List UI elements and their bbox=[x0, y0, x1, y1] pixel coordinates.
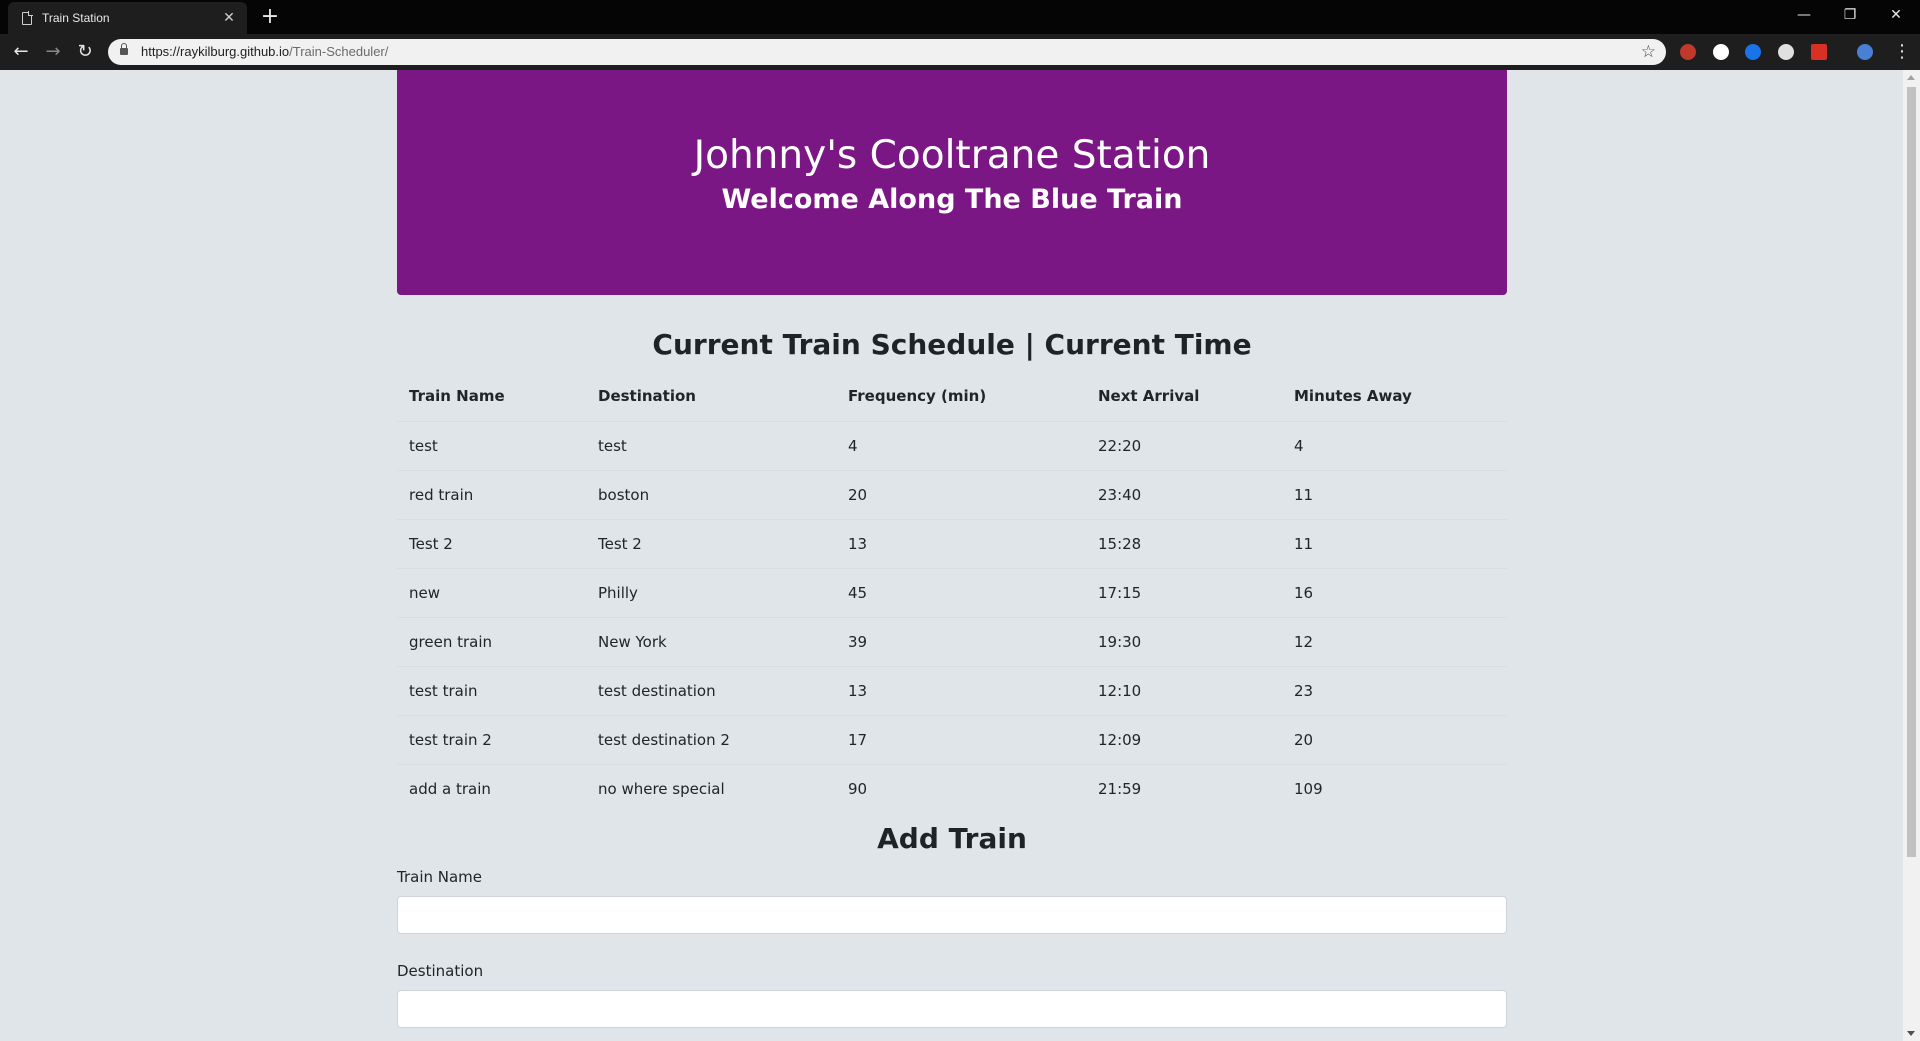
table-cell: 13 bbox=[836, 518, 1086, 568]
page-icon bbox=[22, 10, 33, 25]
table-cell: 45 bbox=[836, 567, 1086, 617]
table-cell: 13 bbox=[836, 665, 1086, 715]
react-extension-icon[interactable] bbox=[1778, 44, 1794, 60]
table-row: green train New York 39 19:30 12 bbox=[397, 616, 1507, 666]
table-row: red train boston 20 23:40 11 bbox=[397, 469, 1507, 519]
table-cell: 19:30 bbox=[1086, 616, 1282, 666]
profile-avatar-icon[interactable] bbox=[1857, 44, 1873, 60]
table-row: test train test destination 13 12:10 23 bbox=[397, 665, 1507, 715]
page-title: Johnny's Cooltrane Station bbox=[693, 133, 1211, 178]
back-button[interactable]: ← bbox=[9, 40, 33, 64]
page-viewport: Johnny's Cooltrane Station Welcome Along… bbox=[0, 70, 1920, 1041]
table-cell: 23 bbox=[1282, 665, 1507, 715]
add-train-heading: Add Train bbox=[877, 822, 1027, 855]
minimize-button[interactable]: — bbox=[1781, 0, 1827, 30]
table-cell: 39 bbox=[836, 616, 1086, 666]
table-cell: 11 bbox=[1282, 469, 1507, 519]
reload-button[interactable]: ↻ bbox=[73, 40, 97, 64]
train-name-input[interactable] bbox=[397, 896, 1507, 934]
bookmark-star-icon[interactable]: ☆ bbox=[1641, 42, 1656, 62]
css-extension-icon[interactable] bbox=[1811, 44, 1827, 60]
table-cell: test bbox=[397, 420, 586, 470]
table-cell: Test 2 bbox=[586, 518, 836, 568]
table-row: new Philly 45 17:15 16 bbox=[397, 567, 1507, 617]
table-cell: 23:40 bbox=[1086, 469, 1282, 519]
table-cell: no where special bbox=[586, 763, 836, 813]
column-header: Destination bbox=[586, 371, 836, 422]
column-header: Train Name bbox=[397, 371, 586, 422]
table-cell: 12:09 bbox=[1086, 714, 1282, 764]
table-cell: new bbox=[397, 567, 586, 617]
table-cell: 4 bbox=[1282, 420, 1507, 470]
table-row: Test 2 Test 2 13 15:28 11 bbox=[397, 518, 1507, 568]
table-cell: 90 bbox=[836, 763, 1086, 813]
table-cell: 12 bbox=[1282, 616, 1507, 666]
lock-icon bbox=[120, 43, 128, 55]
table-cell: add a train bbox=[397, 763, 586, 813]
column-header: Minutes Away bbox=[1282, 371, 1507, 422]
url-text[interactable]: https://raykilburg.github.io/Train-Sched… bbox=[141, 39, 388, 65]
restore-button[interactable]: ❐ bbox=[1827, 0, 1873, 30]
table-cell: test destination bbox=[586, 665, 836, 715]
browser-menu-icon[interactable]: ⋮ bbox=[1893, 42, 1911, 62]
table-row: test test 4 22:20 4 bbox=[397, 420, 1507, 470]
table-cell: 12:10 bbox=[1086, 665, 1282, 715]
table-cell: Philly bbox=[586, 567, 836, 617]
table-cell: test train bbox=[397, 665, 586, 715]
destination-input[interactable] bbox=[397, 990, 1507, 1028]
scroll-up-icon[interactable] bbox=[1907, 75, 1915, 80]
browser-tab[interactable]: Train Station ✕ bbox=[8, 2, 247, 34]
tab-strip: Train Station ✕ + — ❐ ✕ bbox=[0, 0, 1920, 34]
train-name-group: Train Name bbox=[397, 867, 1507, 934]
table-header-row: Train Name Destination Frequency (min) Next… bbox=[397, 371, 1507, 422]
table-cell: test train 2 bbox=[397, 714, 586, 764]
scrollbar-thumb[interactable] bbox=[1907, 87, 1916, 857]
table-cell: 21:59 bbox=[1086, 763, 1282, 813]
table-row: test train 2 test destination 2 17 12:09 20 bbox=[397, 714, 1507, 764]
table-cell: 17 bbox=[836, 714, 1086, 764]
table-row: add a train no where special 90 21:59 109 bbox=[397, 763, 1507, 813]
destination-label: Destination bbox=[397, 962, 484, 980]
table-cell: test destination 2 bbox=[586, 714, 836, 764]
table-cell: boston bbox=[586, 469, 836, 519]
table-cell: 17:15 bbox=[1086, 567, 1282, 617]
table-cell: 20 bbox=[836, 469, 1086, 519]
schedule-heading: Current Train Schedule | Current Time bbox=[652, 328, 1252, 361]
table-cell: Test 2 bbox=[397, 518, 586, 568]
table-cell: 22:20 bbox=[1086, 420, 1282, 470]
destination-group: Destination bbox=[397, 961, 1507, 1028]
page-subtitle: Welcome Along The Blue Train bbox=[721, 184, 1183, 215]
table-cell: test bbox=[586, 420, 836, 470]
table-cell: 11 bbox=[1282, 518, 1507, 568]
tab-title: Train Station bbox=[42, 11, 110, 25]
table-cell: 16 bbox=[1282, 567, 1507, 617]
table-cell: 109 bbox=[1282, 763, 1507, 813]
table-cell: 4 bbox=[836, 420, 1086, 470]
column-header: Next Arrival bbox=[1086, 371, 1282, 422]
main-container: Johnny's Cooltrane Station Welcome Along… bbox=[397, 70, 1507, 1028]
ublock-extension-icon[interactable] bbox=[1680, 44, 1696, 60]
table-cell: red train bbox=[397, 469, 586, 519]
pen-extension-icon[interactable] bbox=[1745, 44, 1761, 60]
column-header: Frequency (min) bbox=[836, 371, 1086, 422]
train-name-label: Train Name bbox=[397, 868, 483, 886]
tab-close-icon[interactable]: ✕ bbox=[221, 10, 237, 26]
table-cell: 15:28 bbox=[1086, 518, 1282, 568]
table-cell: green train bbox=[397, 616, 586, 666]
table-cell: New York bbox=[586, 616, 836, 666]
address-bar[interactable]: https://raykilburg.github.io/Train-Sched… bbox=[108, 39, 1666, 65]
browser-toolbar: ← → ↻ https://raykilburg.github.io/Train… bbox=[0, 34, 1920, 70]
page-scrollbar[interactable] bbox=[1903, 70, 1920, 1041]
schedule-table: Train Name Destination Frequency (min) Next… bbox=[397, 371, 1507, 813]
table-cell: 20 bbox=[1282, 714, 1507, 764]
forward-button[interactable]: → bbox=[41, 40, 65, 64]
header-banner: Johnny's Cooltrane Station Welcome Along… bbox=[397, 70, 1507, 295]
close-window-button[interactable]: ✕ bbox=[1873, 0, 1919, 30]
scroll-down-icon[interactable] bbox=[1907, 1031, 1915, 1036]
circle-extension-icon[interactable] bbox=[1713, 44, 1729, 60]
new-tab-button[interactable]: + bbox=[258, 5, 282, 29]
